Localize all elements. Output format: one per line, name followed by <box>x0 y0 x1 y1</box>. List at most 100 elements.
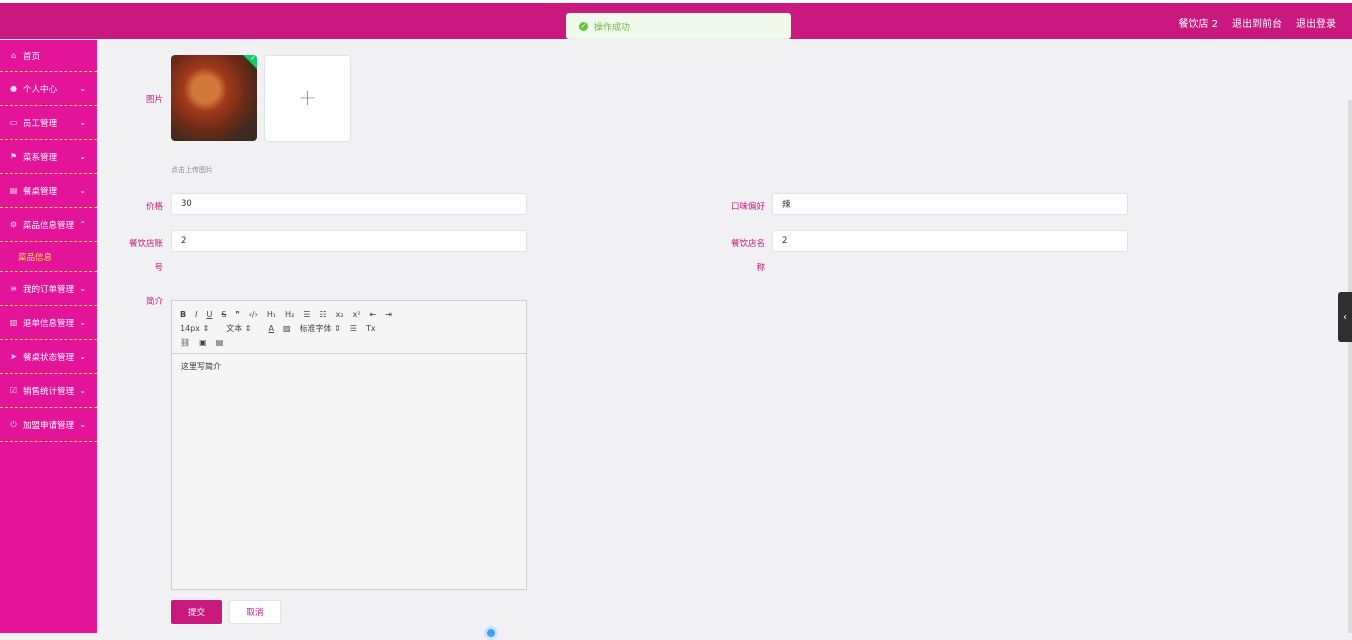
image-label: 图片 <box>145 95 163 105</box>
sidebar-item-orders[interactable]: ≡ 我的订单管理 ⌄ <box>0 272 97 306</box>
side-panel-toggle[interactable]: ‹ <box>1338 292 1352 342</box>
header-actions: 餐饮店 2 退出到前台 退出登录 <box>1178 15 1336 30</box>
sidebar: ⌂ 首页 ● 个人中心 ⌄ ▭ 员工管理 ⌄ ⚑ 菜系管理 ⌄ ▤ 餐桌管理 ⌄… <box>0 40 97 633</box>
floating-dot[interactable] <box>484 626 498 640</box>
quote-button[interactable]: ❞ <box>235 310 239 319</box>
clear-format-button[interactable]: Tx <box>366 324 376 333</box>
current-user: 餐饮店 2 <box>1178 19 1218 30</box>
sidebar-item-personal-center[interactable]: ● 个人中心 ⌄ <box>0 72 97 106</box>
sidebar-item-franchise[interactable]: ⏻ 加盟申请管理 ⌄ <box>0 408 97 442</box>
taste-label: 口味偏好 <box>730 202 765 212</box>
chevron-left-icon: ‹ <box>1343 311 1347 323</box>
account-input[interactable]: 2 <box>171 230 527 252</box>
sidebar-subitem-dish-info[interactable]: 菜品信息 <box>0 242 97 272</box>
sidebar-item-table-status[interactable]: ➤ 餐桌状态管理 ⌄ <box>0 340 97 374</box>
sidebar-item-table[interactable]: ▤ 餐桌管理 ⌄ <box>0 174 97 208</box>
strike-button[interactable]: S <box>221 310 226 319</box>
plus-icon: + <box>298 86 317 111</box>
check-icon: ✓ <box>250 55 256 62</box>
outdent-button[interactable]: ⇤ <box>370 310 377 319</box>
cancel-button[interactable]: 取消 <box>229 600 281 624</box>
align-button[interactable]: ☰ <box>350 324 357 333</box>
dish-image[interactable]: ✓ <box>171 55 257 141</box>
shop-name-label: 餐饮店名 称 <box>720 237 765 273</box>
sidebar-item-staff[interactable]: ▭ 员工管理 ⌄ <box>0 106 97 140</box>
chevron-down-icon: ⌄ <box>79 118 86 127</box>
image-icon[interactable]: ▣ <box>199 338 207 347</box>
bullet-list-button[interactable]: ☷ <box>319 310 326 319</box>
sidebar-item-refund[interactable]: ▥ 退单信息管理 ⌄ <box>0 306 97 340</box>
code-button[interactable]: ‹/› <box>249 310 258 319</box>
price-input[interactable]: 30 <box>171 193 527 215</box>
chevron-down-icon: ⌄ <box>79 284 86 293</box>
font-size-value: 14px <box>180 323 200 333</box>
chevron-down-icon: ⌄ <box>79 318 86 327</box>
sidebar-item-label: 员工管理 <box>23 118 58 129</box>
home-icon: ⌂ <box>10 51 17 60</box>
chevron-down-icon: ⌄ <box>79 386 86 395</box>
rich-text-editor[interactable]: B I U S ❞ ‹/› H₁ H₂ ☰ ☷ x₂ x² ⇤ ⇥ 14px ⇕… <box>171 300 527 590</box>
flag-icon: ⚑ <box>9 152 18 161</box>
user-icon: ● <box>10 84 17 93</box>
sidebar-item-label: 菜品信息管理 <box>23 220 75 231</box>
bold-button[interactable]: B <box>180 310 186 319</box>
editor-content[interactable]: 这里写简介 <box>172 354 526 379</box>
chevron-down-icon: ⌄ <box>79 352 86 361</box>
text-style-select[interactable]: 文本 ⇕ <box>226 323 251 334</box>
success-icon: ✓ <box>579 21 588 31</box>
chevron-down-icon: ⌄ <box>79 152 86 161</box>
sidebar-item-home[interactable]: ⌂ 首页 <box>0 40 97 72</box>
chart-icon: ▥ <box>9 318 18 327</box>
taste-input[interactable]: 辣 <box>772 193 1128 215</box>
sidebar-item-label: 首页 <box>23 51 41 62</box>
price-label: 价格 <box>145 202 163 212</box>
send-icon: ➤ <box>10 352 17 361</box>
underline-button[interactable]: U <box>206 310 212 319</box>
sidebar-item-sales[interactable]: ☑ 销售统计管理 ⌄ <box>0 374 97 408</box>
h1-button[interactable]: H₁ <box>267 310 276 319</box>
background-color-button[interactable]: ▨ <box>283 324 291 333</box>
gear-icon: ⚙ <box>9 220 18 229</box>
toast-message: 操作成功 <box>594 22 631 33</box>
subscript-button[interactable]: x₂ <box>336 310 344 319</box>
font-family-value: 标准字体 <box>299 323 332 333</box>
check-icon: ☑ <box>9 386 18 395</box>
font-size-select[interactable]: 14px ⇕ <box>180 324 209 333</box>
clipboard-icon: ▤ <box>9 186 18 195</box>
page-scrollbar[interactable] <box>1348 100 1352 633</box>
sidebar-item-label: 销售统计管理 <box>23 386 75 397</box>
intro-label: 简介 <box>145 297 163 307</box>
superscript-button[interactable]: x² <box>353 310 361 319</box>
logout-link[interactable]: 退出登录 <box>1296 15 1336 30</box>
sidebar-item-label: 我的订单管理 <box>23 284 75 295</box>
account-label: 餐饮店账 号 <box>120 237 163 273</box>
power-icon: ⏻ <box>10 419 17 429</box>
account-label-line2: 号 <box>154 263 163 273</box>
link-icon[interactable]: ⛓ <box>180 338 190 347</box>
chevron-down-icon: ⌄ <box>79 420 86 429</box>
ordered-list-button[interactable]: ☰ <box>303 310 310 319</box>
account-label-line1: 餐饮店账 <box>128 239 163 249</box>
sidebar-item-label: 餐桌管理 <box>23 186 58 197</box>
sidebar-item-label: 个人中心 <box>23 84 58 95</box>
sidebar-item-label: 退单信息管理 <box>23 318 75 329</box>
sidebar-item-dish-info[interactable]: ⚙ 菜品信息管理 ⌃ <box>0 208 97 242</box>
indent-button[interactable]: ⇥ <box>385 310 392 319</box>
chevron-down-icon: ⌄ <box>79 186 86 195</box>
font-family-select[interactable]: 标准字体 ⇕ <box>300 323 341 334</box>
upload-hint: 点击上传图片 <box>171 166 213 174</box>
h2-button[interactable]: H₂ <box>285 310 294 319</box>
success-toast: ✓ 操作成功 <box>566 13 791 39</box>
chevron-up-icon: ⌃ <box>79 220 86 229</box>
sidebar-item-label: 菜系管理 <box>23 152 58 163</box>
text-style-value: 文本 <box>226 323 243 333</box>
italic-button[interactable]: I <box>195 310 197 319</box>
chevron-down-icon: ⌄ <box>79 84 86 93</box>
sidebar-item-cuisine[interactable]: ⚑ 菜系管理 ⌄ <box>0 140 97 174</box>
upload-button[interactable]: + <box>264 55 351 142</box>
video-icon[interactable]: ▤ <box>216 338 224 347</box>
font-color-button[interactable]: A <box>269 324 274 333</box>
submit-button[interactable]: 提交 <box>171 600 222 624</box>
back-to-front-link[interactable]: 退出到前台 <box>1232 15 1282 30</box>
shop-name-input[interactable]: 2 <box>772 230 1128 252</box>
